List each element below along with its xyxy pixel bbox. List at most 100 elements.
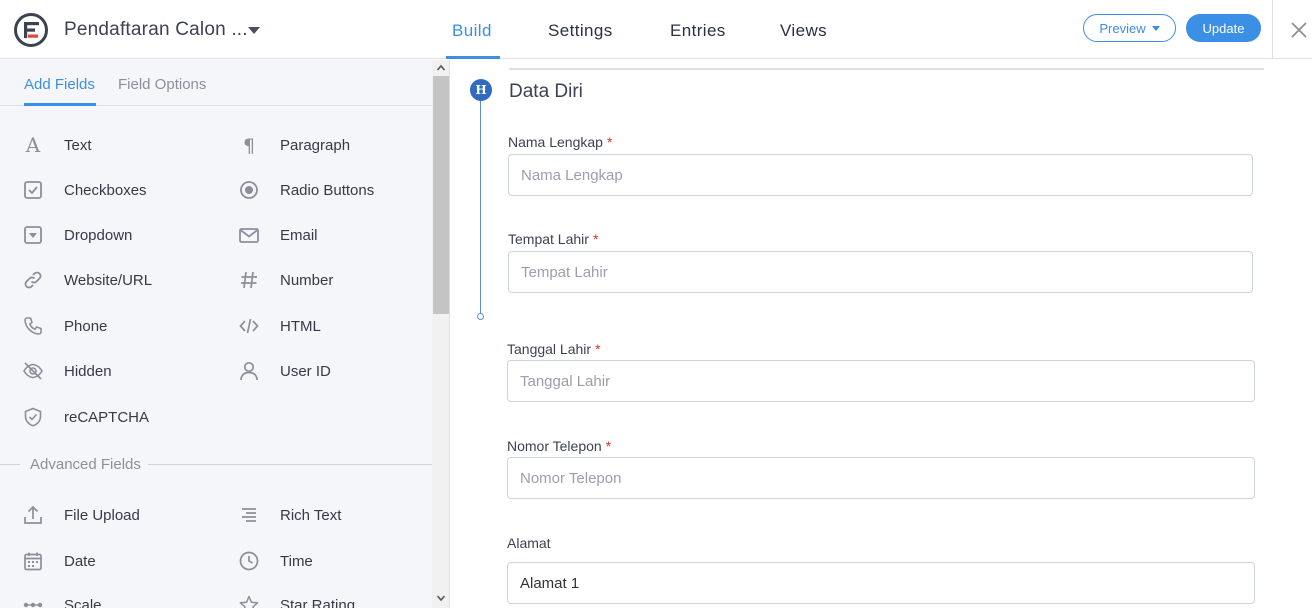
field-item-label: Rich Text bbox=[280, 506, 342, 524]
link-icon bbox=[22, 269, 44, 291]
field-item-label: File Upload bbox=[64, 506, 140, 524]
fields-sidebar: Add Fields Field Options A Text ¶ Paragr… bbox=[0, 60, 432, 608]
field-item-dropdown[interactable]: Dropdown bbox=[22, 220, 132, 250]
update-button[interactable]: Update bbox=[1186, 14, 1261, 42]
field-item-label: Scale bbox=[64, 596, 102, 608]
required-mark: * bbox=[592, 231, 599, 247]
field-item-file-upload[interactable]: File Upload bbox=[22, 500, 140, 530]
scrollbar-thumb[interactable] bbox=[433, 76, 449, 314]
nama-lengkap-field[interactable]: Nama Lengkap bbox=[508, 154, 1253, 196]
field-label-text: Nama Lengkap bbox=[508, 134, 603, 150]
tab-entries[interactable]: Entries bbox=[670, 21, 726, 41]
field-item-label: Dropdown bbox=[64, 226, 133, 244]
text-icon: A bbox=[22, 134, 44, 156]
preview-button[interactable]: Preview bbox=[1083, 14, 1176, 42]
field-item-phone[interactable]: Phone bbox=[22, 311, 107, 341]
calendar-icon bbox=[22, 550, 44, 572]
tab-field-options[interactable]: Field Options bbox=[118, 76, 206, 93]
field-item-label: Date bbox=[64, 552, 96, 570]
section-heading-badge[interactable]: H bbox=[470, 79, 492, 101]
field-item-html[interactable]: HTML bbox=[238, 311, 321, 341]
upload-icon bbox=[22, 504, 44, 526]
required-mark: * bbox=[605, 438, 612, 454]
field-label[interactable]: Nomor Telepon * bbox=[507, 438, 611, 454]
field-label-text: Tempat Lahir bbox=[508, 231, 589, 247]
field-item-hidden[interactable]: Hidden bbox=[22, 356, 112, 386]
form-title-dropdown-icon[interactable] bbox=[248, 27, 260, 34]
field-label-text: Alamat bbox=[507, 535, 551, 551]
field-item-rich-text[interactable]: Rich Text bbox=[238, 500, 341, 530]
tab-views[interactable]: Views bbox=[780, 21, 827, 41]
field-item-label: Email bbox=[280, 226, 318, 244]
rich-text-icon bbox=[238, 504, 260, 526]
tempat-lahir-field[interactable]: Tempat Lahir bbox=[508, 251, 1253, 293]
tab-settings[interactable]: Settings bbox=[548, 21, 613, 41]
tab-add-fields[interactable]: Add Fields bbox=[24, 76, 95, 93]
field-item-recaptcha[interactable]: reCAPTCHA bbox=[22, 402, 149, 432]
field-item-label: Paragraph bbox=[280, 136, 351, 154]
field-item-email[interactable]: Email bbox=[238, 220, 318, 250]
tanggal-lahir-field[interactable]: Tanggal Lahir bbox=[507, 360, 1255, 402]
field-item-label: Hidden bbox=[64, 362, 112, 380]
field-item-star-rating[interactable]: Star Rating bbox=[238, 590, 355, 608]
svg-text:¶: ¶ bbox=[243, 135, 255, 156]
scroll-up-arrow-icon[interactable] bbox=[437, 64, 445, 72]
field-item-paragraph[interactable]: ¶ Paragraph bbox=[238, 130, 350, 160]
field-item-website-url[interactable]: Website/URL bbox=[22, 265, 152, 295]
field-item-label: Star Rating bbox=[280, 596, 356, 608]
svg-text:A: A bbox=[25, 134, 41, 156]
field-label[interactable]: Tanggal Lahir * bbox=[507, 341, 601, 357]
sidebar-scrollbar[interactable] bbox=[432, 60, 450, 608]
paragraph-icon: ¶ bbox=[238, 134, 260, 156]
field-item-number[interactable]: Number bbox=[238, 265, 333, 295]
field-label-text: Tanggal Lahir bbox=[507, 341, 592, 357]
radio-icon bbox=[238, 179, 260, 201]
star-icon bbox=[238, 594, 260, 608]
section-end-marker bbox=[477, 313, 484, 320]
shield-icon bbox=[22, 406, 44, 428]
code-icon bbox=[238, 315, 260, 337]
field-item-time[interactable]: Time bbox=[238, 546, 313, 576]
field-item-label: Number bbox=[280, 271, 334, 289]
top-bar: Pendaftaran Calon ... Build Settings Ent… bbox=[0, 0, 1312, 59]
chevron-down-icon bbox=[1151, 25, 1160, 31]
field-label-text: Nomor Telepon bbox=[507, 438, 602, 454]
hash-icon bbox=[238, 269, 260, 291]
user-icon bbox=[238, 360, 260, 382]
alamat-line-1-field[interactable]: Alamat 1 bbox=[507, 562, 1255, 604]
tab-build[interactable]: Build bbox=[452, 21, 492, 41]
scroll-down-arrow-icon[interactable] bbox=[437, 594, 445, 602]
field-item-user-id[interactable]: User ID bbox=[238, 356, 331, 386]
field-item-label: Text bbox=[64, 136, 92, 154]
formidable-logo-icon[interactable] bbox=[14, 13, 48, 47]
field-item-label: reCAPTCHA bbox=[64, 408, 150, 426]
scale-icon bbox=[22, 594, 44, 608]
required-mark: * bbox=[595, 341, 601, 357]
field-label[interactable]: Alamat bbox=[507, 535, 551, 551]
field-item-label: Checkboxes bbox=[64, 181, 147, 199]
clock-icon bbox=[238, 550, 260, 572]
section-divider bbox=[148, 464, 432, 465]
field-item-label: Phone bbox=[64, 317, 108, 335]
field-item-date[interactable]: Date bbox=[22, 546, 96, 576]
section-timeline bbox=[480, 98, 481, 316]
field-item-text[interactable]: A Text bbox=[22, 130, 92, 160]
nomor-telepon-field[interactable]: Nomor Telepon bbox=[507, 457, 1255, 499]
field-item-radio-buttons[interactable]: Radio Buttons bbox=[238, 175, 374, 205]
sidebar-tab-indicator bbox=[24, 103, 96, 106]
form-title[interactable]: Pendaftaran Calon ... bbox=[64, 19, 248, 41]
required-mark: * bbox=[606, 134, 613, 150]
topbar-divider bbox=[1272, 0, 1273, 59]
field-item-label: User ID bbox=[280, 362, 331, 380]
email-icon bbox=[238, 224, 260, 246]
field-item-checkboxes[interactable]: Checkboxes bbox=[22, 175, 147, 205]
close-icon[interactable] bbox=[1288, 19, 1310, 41]
sidebar-tabs: Add Fields Field Options bbox=[0, 60, 432, 106]
section-top-rule bbox=[509, 68, 1264, 70]
field-label[interactable]: Nama Lengkap * bbox=[508, 134, 612, 150]
field-label[interactable]: Tempat Lahir * bbox=[508, 231, 598, 247]
section-title[interactable]: Data Diri bbox=[509, 81, 583, 103]
eye-off-icon bbox=[22, 360, 44, 382]
field-item-label: HTML bbox=[280, 317, 321, 335]
field-item-scale[interactable]: Scale bbox=[22, 590, 102, 608]
